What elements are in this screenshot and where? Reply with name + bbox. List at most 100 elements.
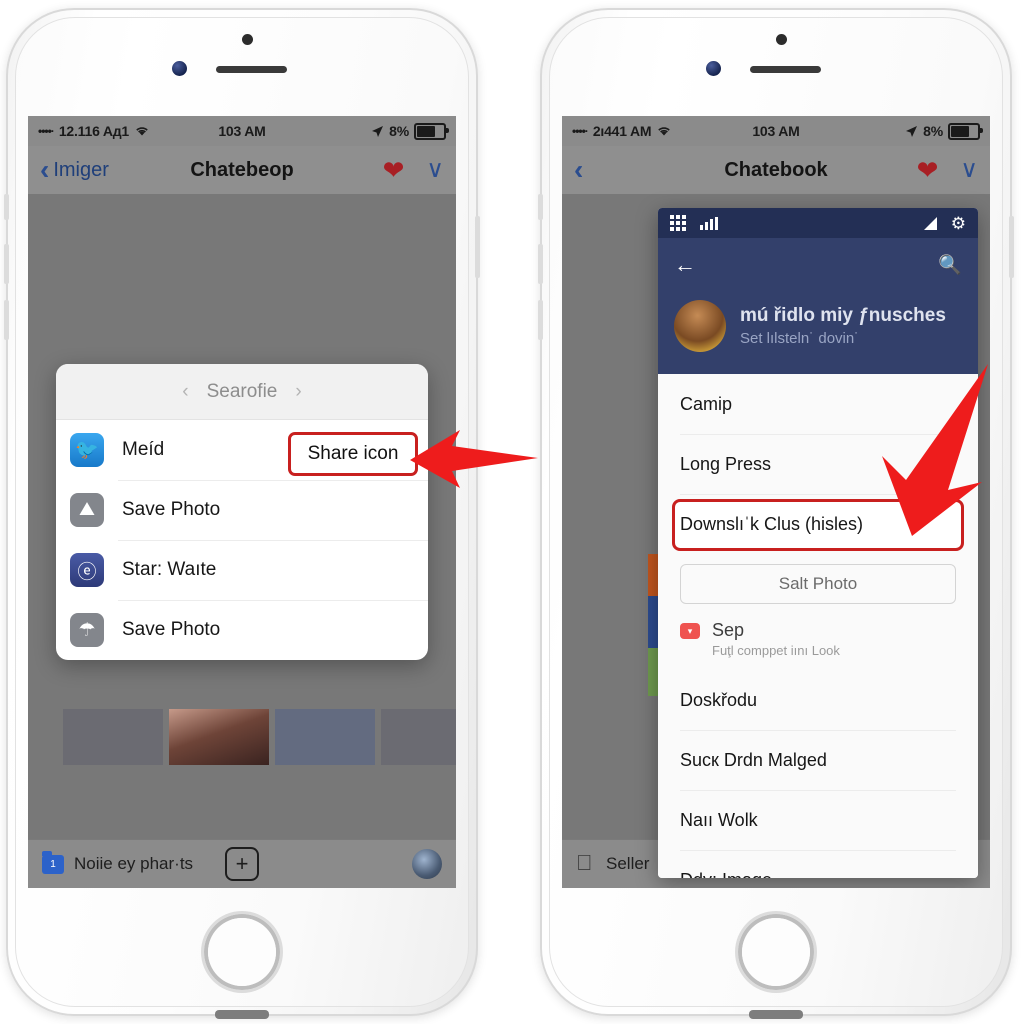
menu-item-ddv-image[interactable]: Ddv: Image (658, 850, 978, 878)
share-row-label: Meíd (122, 439, 165, 460)
back-button[interactable]: ‹ (574, 156, 587, 184)
menu-item-downslук-clus[interactable]: Downslıˈk Clus (hisles) (658, 494, 978, 554)
right-status-bar: ••••· 2ı441 AM 103 AM 8% (562, 116, 990, 146)
volume-down-button[interactable] (4, 300, 9, 340)
menu-item-label: Naıı Wolk (680, 809, 758, 830)
home-button[interactable] (738, 914, 814, 990)
apple-icon:  (576, 852, 596, 875)
gear-icon[interactable]: ⚙ (951, 215, 966, 232)
menu-item-long-press[interactable]: Long Press › (658, 434, 978, 494)
right-phone-screen: ••••· 2ı441 AM 103 AM 8% ‹ Chatebook ❤ ∨… (562, 116, 990, 888)
share-row-label: Star: Waıte (122, 559, 217, 580)
share-sheet-header: ‹ Searofie › (56, 364, 428, 420)
location-arrow-icon (906, 125, 918, 137)
menu-item-label: Long Press (680, 453, 772, 474)
earpiece-speaker (216, 66, 287, 73)
toolbar-label: Seller (606, 854, 650, 873)
share-row-label: Save Photo (122, 499, 221, 520)
menu-item-label: Downslıˈk Clus (hisles) (680, 513, 864, 534)
sep-subtitle: Fuţl comppet iını Look (712, 643, 840, 658)
app-circle-icon: ⓔ (70, 553, 104, 587)
signal-dots-icon: ••••· (38, 124, 55, 138)
search-icon[interactable]: 🔍 (938, 256, 962, 275)
home-button[interactable] (204, 914, 280, 990)
heart-icon[interactable]: ❤ (917, 157, 939, 183)
volume-down-button[interactable] (538, 300, 543, 340)
menu-item-nau-wolk[interactable]: Naıı Wolk (658, 790, 978, 850)
back-arrow-icon[interactable]: ← (674, 254, 696, 276)
status-right: 8% (371, 122, 449, 140)
back-button[interactable]: ‹ Imiger (40, 156, 109, 184)
profile-avatar (674, 300, 726, 352)
screenshot-stage: ••••· 12.116 Aд1 103 AM 8% ‹ Imiger Chat… (0, 0, 1024, 1024)
share-row-twitter[interactable]: 🐦 Meíd Share icon (56, 420, 428, 480)
folder-icon[interactable] (42, 850, 64, 874)
status-right: 8% (905, 122, 983, 140)
power-button[interactable] (475, 216, 480, 278)
status-left: ••••· 12.116 Aд1 (38, 123, 150, 139)
thumbnail[interactable] (169, 709, 269, 765)
ring-switch[interactable] (4, 194, 9, 220)
plus-icon[interactable]: + (225, 847, 259, 881)
microphone-dot (776, 34, 787, 45)
heart-icon[interactable]: ❤ (383, 157, 405, 183)
battery-percent-label: 8% (923, 123, 943, 139)
menu-item-label: Doskřodu (680, 689, 758, 710)
sep-title: Sep (712, 620, 745, 640)
share-row-save-photo-2[interactable]: ☂ Save Photo (56, 600, 428, 660)
menu-item-doskrodu[interactable]: Doskřodu (658, 670, 978, 730)
menu-item-label: Sucк Drdn Malged (680, 749, 827, 770)
battery-icon (948, 122, 983, 140)
volume-up-button[interactable] (4, 244, 9, 284)
send-icon[interactable]: ∨ (426, 158, 444, 182)
salt-photo-button[interactable]: Salt Photo (680, 564, 956, 604)
send-icon[interactable]: ∨ (960, 158, 978, 182)
ring-switch[interactable] (538, 194, 543, 220)
chevron-right-icon: › (949, 453, 956, 474)
wifi-icon (658, 127, 671, 136)
lightning-port (215, 1010, 269, 1019)
left-phone-screen: ••••· 12.116 Aд1 103 AM 8% ‹ Imiger Chat… (28, 116, 456, 888)
chevron-left-icon[interactable]: ‹ (182, 381, 188, 403)
thumbnail[interactable] (275, 709, 375, 765)
signal-dots-icon: ••••· (572, 124, 589, 138)
chevron-left-icon: ‹ (574, 154, 584, 185)
share-row-save-photo-1[interactable]: ⛰ Save Photo (56, 480, 428, 540)
left-nav-bar: ‹ Imiger Chatebeop ❤ ∨ (28, 146, 456, 195)
carrier-label: 2ı441 AM (592, 123, 652, 139)
profile-text: mú řidlo miy ƒnusches Set lılsteln˙ dov… (740, 305, 946, 348)
chevron-left-icon: ‹ (40, 154, 50, 185)
menu-item-label: Ddv: Image (680, 870, 772, 879)
menu-item-camip[interactable]: Camip (658, 374, 978, 434)
share-sheet-title: Searofie (206, 380, 278, 402)
system-bar-right: ⚙ (923, 215, 966, 232)
sep-row[interactable]: ▾ Sep Fuţl comppet iını Look (658, 614, 978, 670)
battery-percent-label: 8% (389, 123, 409, 139)
triangle-icon (923, 216, 937, 230)
wifi-icon (136, 127, 148, 136)
thumbnail[interactable] (63, 709, 163, 765)
battery-icon (414, 122, 449, 140)
earpiece-speaker (750, 66, 821, 73)
profile-subtitle: Set lılsteln˙ dovin˙ (740, 330, 860, 348)
power-button[interactable] (1009, 216, 1014, 278)
app-bar: ← 🔍 (658, 238, 978, 292)
thumbnail[interactable] (381, 709, 456, 765)
left-status-bar: ••••· 12.116 Aд1 103 AM 8% (28, 116, 456, 146)
avatar[interactable] (412, 849, 442, 879)
red-badge-icon: ▾ (680, 623, 700, 639)
volume-up-button[interactable] (538, 244, 543, 284)
profile-header: mú řidlo miy ƒnusches Set lılsteln˙ dov… (658, 292, 978, 374)
lightning-port (749, 1010, 803, 1019)
share-icon-callout: Share icon (288, 432, 418, 476)
grid-icon (670, 215, 686, 231)
nav-actions: ❤ ∨ (383, 157, 444, 183)
carrier-label: 12.116 Aд1 (58, 123, 130, 139)
chevron-right-icon[interactable]: › (295, 381, 301, 403)
share-row-label: Save Photo (122, 619, 221, 640)
front-camera (706, 61, 721, 76)
menu-item-suck-drdn-malged[interactable]: Sucк Drdn Malged (658, 730, 978, 790)
signal-bars-icon (700, 216, 718, 230)
right-nav-bar: ‹ Chatebook ❤ ∨ (562, 146, 990, 195)
share-row-star-write[interactable]: ⓔ Star: Waıte (56, 540, 428, 600)
